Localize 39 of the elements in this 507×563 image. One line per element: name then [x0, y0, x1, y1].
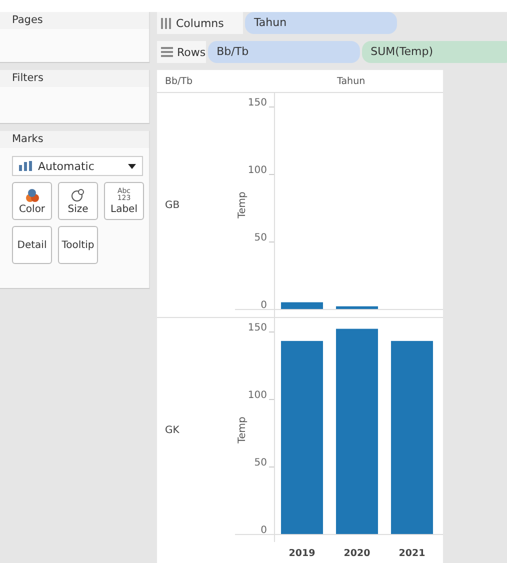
category-label: 2019	[288, 548, 316, 559]
column-header: Tahun	[337, 76, 366, 89]
field-pill[interactable]: Bb/Tb	[208, 41, 360, 63]
panel-title: Filters	[0, 70, 149, 87]
panel-title: Marks	[0, 131, 149, 148]
marks-card-button[interactable]: Size	[58, 182, 98, 220]
tick-label: 100	[248, 165, 267, 176]
tick-label: 100	[248, 390, 267, 401]
color-dots-icon	[25, 188, 39, 202]
rows-icon	[161, 47, 173, 57]
category-label: 2021	[398, 548, 426, 559]
row-label: GK	[165, 424, 180, 436]
tick-label: 50	[254, 458, 267, 468]
tick-label: 50	[254, 232, 267, 244]
bar	[281, 302, 323, 309]
tick-label: 0	[260, 525, 267, 536]
tick-label: 150	[248, 322, 267, 334]
panel-title: Pages	[0, 12, 149, 29]
marks-card-button[interactable]: Tooltip	[58, 226, 98, 264]
row-label: GB	[165, 200, 180, 210]
field-pill[interactable]: Tahun	[245, 12, 397, 34]
tick-label: 150	[248, 98, 267, 108]
mark-type-dropdown[interactable]: Automatic	[12, 156, 143, 176]
row-header: Bb/Tb	[164, 76, 194, 89]
bar-chart-icon	[19, 161, 33, 171]
axis-title: Temp	[237, 192, 248, 218]
bar	[336, 306, 378, 309]
shelf-label: Columns	[157, 12, 243, 34]
axis-title: Temp	[237, 416, 248, 444]
size-circles-icon	[71, 188, 85, 202]
marks-card-button[interactable]: Detail	[12, 226, 52, 264]
columns-icon	[161, 18, 172, 28]
caret-icon	[128, 164, 136, 168]
shelf-label: Rows	[157, 41, 206, 63]
tick-label: 0	[260, 300, 267, 311]
category-label: 2020	[344, 548, 370, 559]
field-pill[interactable]: SUM(Temp)	[362, 41, 507, 63]
marks-card-button[interactable]: Color	[12, 182, 52, 220]
mark-type-value: Automatic	[38, 160, 96, 172]
